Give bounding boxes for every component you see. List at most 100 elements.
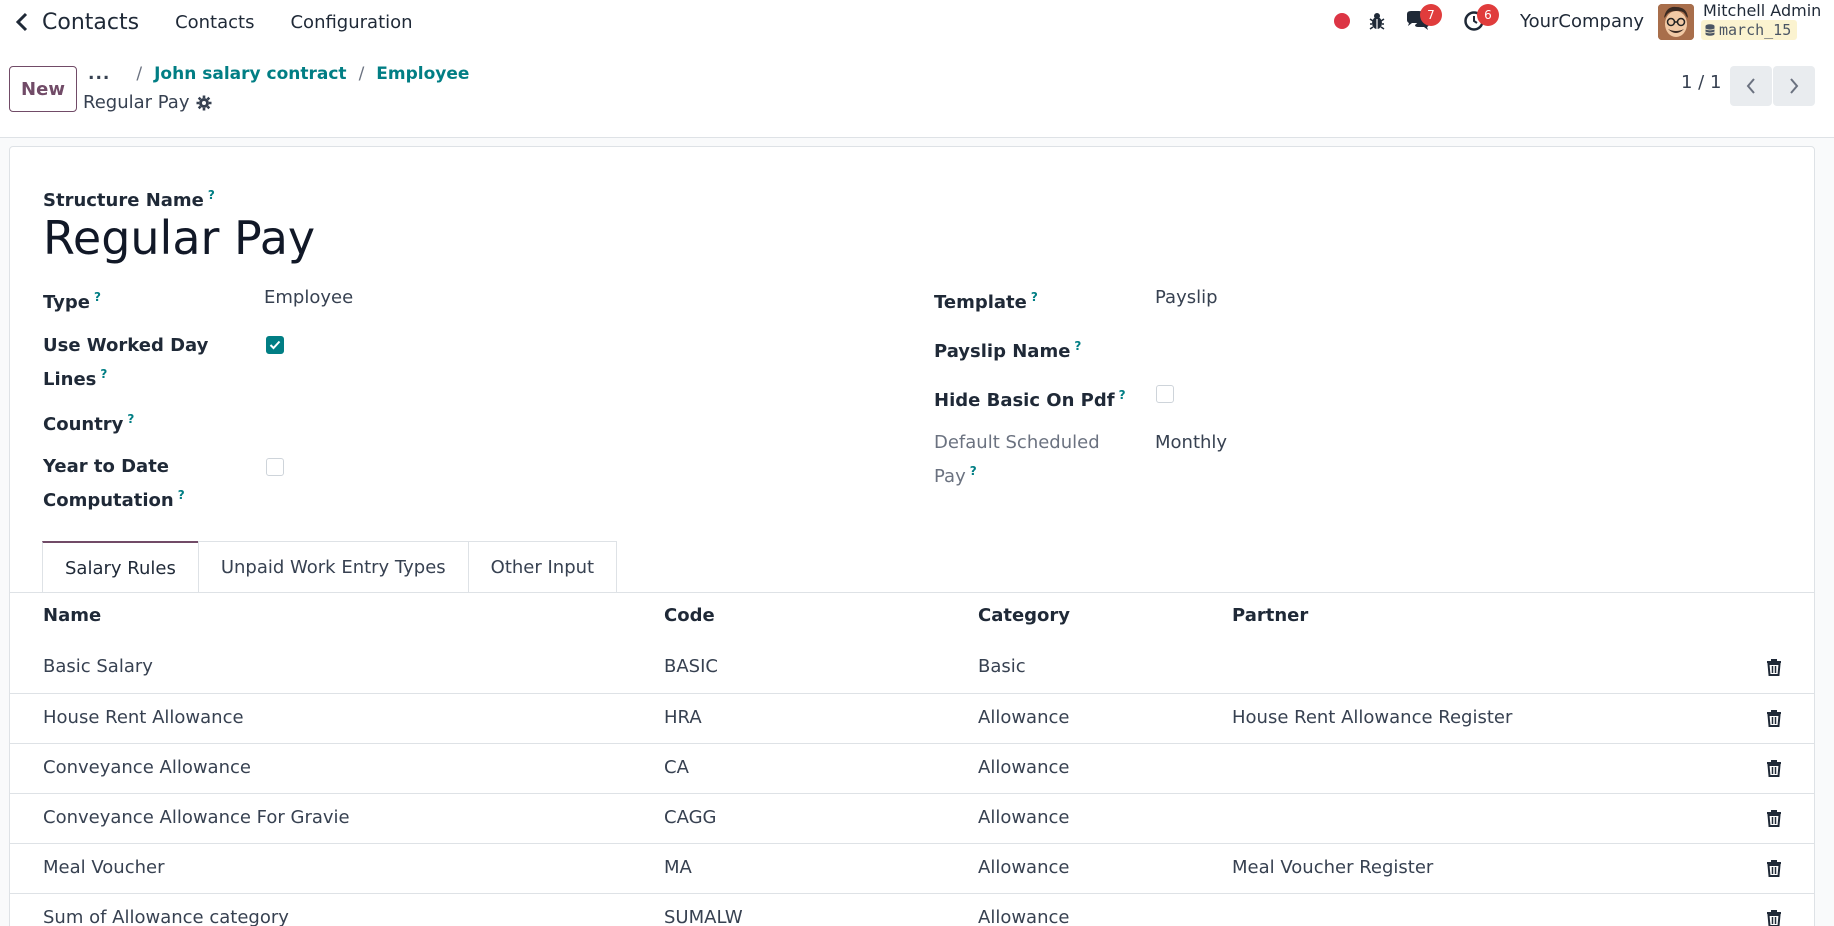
cell-name: House Rent Allowance: [43, 707, 244, 728]
chevron-left-icon: [16, 12, 28, 32]
help-icon[interactable]: ?: [208, 188, 215, 202]
form-sheet: Structure Name? Regular Pay Type? Employ…: [9, 146, 1815, 926]
database-badge: march_15: [1701, 20, 1798, 40]
breadcrumb-employee[interactable]: Employee: [376, 64, 469, 84]
year-to-date-label: Year to Date Computation?: [43, 456, 185, 511]
chevron-left-icon: [1746, 78, 1755, 94]
menu-contacts[interactable]: Contacts: [175, 12, 254, 33]
template-field[interactable]: Payslip: [1155, 284, 1218, 312]
breadcrumb: ... / John salary contract / Employee: [88, 64, 469, 84]
table-row[interactable]: Conveyance Allowance For Gravie CAGG All…: [10, 793, 1814, 843]
trash-icon[interactable]: [1766, 658, 1782, 676]
user-name[interactable]: Mitchell Admin: [1703, 1, 1821, 20]
notebook-tabs: Salary Rules Unpaid Work Entry Types Oth…: [42, 541, 618, 593]
help-icon[interactable]: ?: [127, 412, 134, 426]
cell-name: Basic Salary: [43, 656, 153, 677]
trash-icon[interactable]: [1766, 809, 1782, 827]
trash-icon[interactable]: [1766, 909, 1782, 926]
table-row[interactable]: Basic Salary BASIC Basic: [10, 643, 1814, 693]
hide-basic-on-pdf-checkbox[interactable]: [1156, 385, 1174, 403]
cell-category: Allowance: [978, 707, 1070, 728]
cell-category: Allowance: [978, 907, 1070, 926]
table-row[interactable]: Sum of Allowance category SUMALW Allowan…: [10, 893, 1814, 926]
cell-code: BASIC: [664, 656, 718, 677]
tab-unpaid-work-entry-types[interactable]: Unpaid Work Entry Types: [197, 541, 469, 593]
user-avatar[interactable]: [1658, 4, 1694, 40]
help-icon[interactable]: ?: [178, 488, 185, 502]
bug-icon[interactable]: [1366, 10, 1388, 32]
cell-partner: Meal Voucher Register: [1232, 857, 1434, 878]
table-header: Name Code Category Partner: [10, 593, 1814, 643]
country-label: Country?: [43, 412, 135, 435]
cell-name: Conveyance Allowance For Gravie: [43, 807, 350, 828]
tab-salary-rules[interactable]: Salary Rules: [42, 541, 199, 593]
menu-configuration[interactable]: Configuration: [290, 12, 412, 33]
chevron-right-icon: [1790, 78, 1799, 94]
tab-other-input[interactable]: Other Input: [467, 541, 618, 593]
use-worked-day-lines-label: Use Worked Day Lines?: [43, 335, 209, 390]
cell-code: CA: [664, 757, 689, 778]
recording-indicator-icon[interactable]: [1334, 13, 1350, 29]
type-label: Type?: [43, 290, 101, 313]
cell-category: Allowance: [978, 807, 1070, 828]
table-row[interactable]: Meal Voucher MA Allowance Meal Voucher R…: [10, 843, 1814, 893]
type-field[interactable]: Employee: [264, 284, 353, 312]
breadcrumb-separator: /: [358, 64, 365, 84]
year-to-date-checkbox[interactable]: [266, 458, 284, 476]
cell-code: SUMALW: [664, 907, 743, 926]
pager-value[interactable]: 1 / 1: [1681, 72, 1721, 93]
trash-icon[interactable]: [1766, 709, 1782, 727]
trash-icon[interactable]: [1766, 859, 1782, 877]
gear-icon[interactable]: [196, 95, 212, 111]
breadcrumb-ellipsis[interactable]: ...: [88, 64, 110, 84]
cell-category: Basic: [978, 656, 1026, 677]
table-row[interactable]: House Rent Allowance HRA Allowance House…: [10, 693, 1814, 743]
default-scheduled-pay-field: Monthly: [1155, 432, 1228, 453]
app-name[interactable]: Contacts: [42, 10, 139, 35]
control-panel: New ... / John salary contract / Employe…: [0, 44, 1834, 138]
default-scheduled-pay-label: Default Scheduled Pay?: [934, 432, 1100, 487]
help-icon[interactable]: ?: [1119, 388, 1126, 402]
cell-partner: House Rent Allowance Register: [1232, 707, 1513, 728]
payslip-name-label: Payslip Name?: [934, 339, 1082, 362]
help-icon[interactable]: ?: [1074, 339, 1081, 353]
structure-name-field[interactable]: Regular Pay: [43, 211, 315, 265]
pager-next-button[interactable]: [1773, 66, 1815, 106]
cell-name: Conveyance Allowance: [43, 757, 251, 778]
breadcrumb-separator: /: [136, 64, 143, 84]
cell-category: Allowance: [978, 757, 1070, 778]
database-name: march_15: [1719, 21, 1792, 39]
cell-name: Meal Voucher: [43, 857, 165, 878]
record-title: Regular Pay: [83, 92, 212, 113]
payslip-name-field[interactable]: [1155, 332, 1755, 360]
breadcrumb-salary-contract[interactable]: John salary contract: [154, 64, 346, 84]
column-header-code[interactable]: Code: [664, 605, 715, 626]
trash-icon[interactable]: [1766, 759, 1782, 777]
template-label: Template?: [934, 290, 1038, 313]
help-icon[interactable]: ?: [970, 464, 977, 478]
new-button[interactable]: New: [9, 66, 77, 112]
help-icon[interactable]: ?: [94, 290, 101, 304]
structure-name-label: Structure Name?: [43, 188, 215, 211]
checkmark-icon: [269, 340, 281, 350]
record-title-text: Regular Pay: [83, 92, 190, 113]
column-header-name[interactable]: Name: [43, 605, 101, 626]
table-row[interactable]: Conveyance Allowance CA Allowance: [10, 743, 1814, 793]
hide-basic-on-pdf-label: Hide Basic On Pdf?: [934, 388, 1126, 411]
column-header-partner[interactable]: Partner: [1232, 605, 1308, 626]
cell-code: CAGG: [664, 807, 717, 828]
app-home-link[interactable]: Contacts: [16, 10, 139, 35]
help-icon[interactable]: ?: [1031, 290, 1038, 304]
top-navbar: Contacts Contacts Configuration 7 6 Your…: [0, 0, 1834, 44]
company-switcher[interactable]: YourCompany: [1520, 11, 1644, 32]
pager-previous-button[interactable]: [1730, 66, 1772, 106]
column-header-category[interactable]: Category: [978, 605, 1070, 626]
database-icon: [1705, 24, 1715, 36]
cell-name: Sum of Allowance category: [43, 907, 289, 926]
use-worked-day-lines-checkbox[interactable]: [266, 336, 284, 354]
help-icon[interactable]: ?: [100, 367, 107, 381]
cell-category: Allowance: [978, 857, 1070, 878]
messages-count-badge: 7: [1420, 4, 1442, 26]
activities-count-badge: 6: [1477, 4, 1499, 26]
cell-code: HRA: [664, 707, 702, 728]
